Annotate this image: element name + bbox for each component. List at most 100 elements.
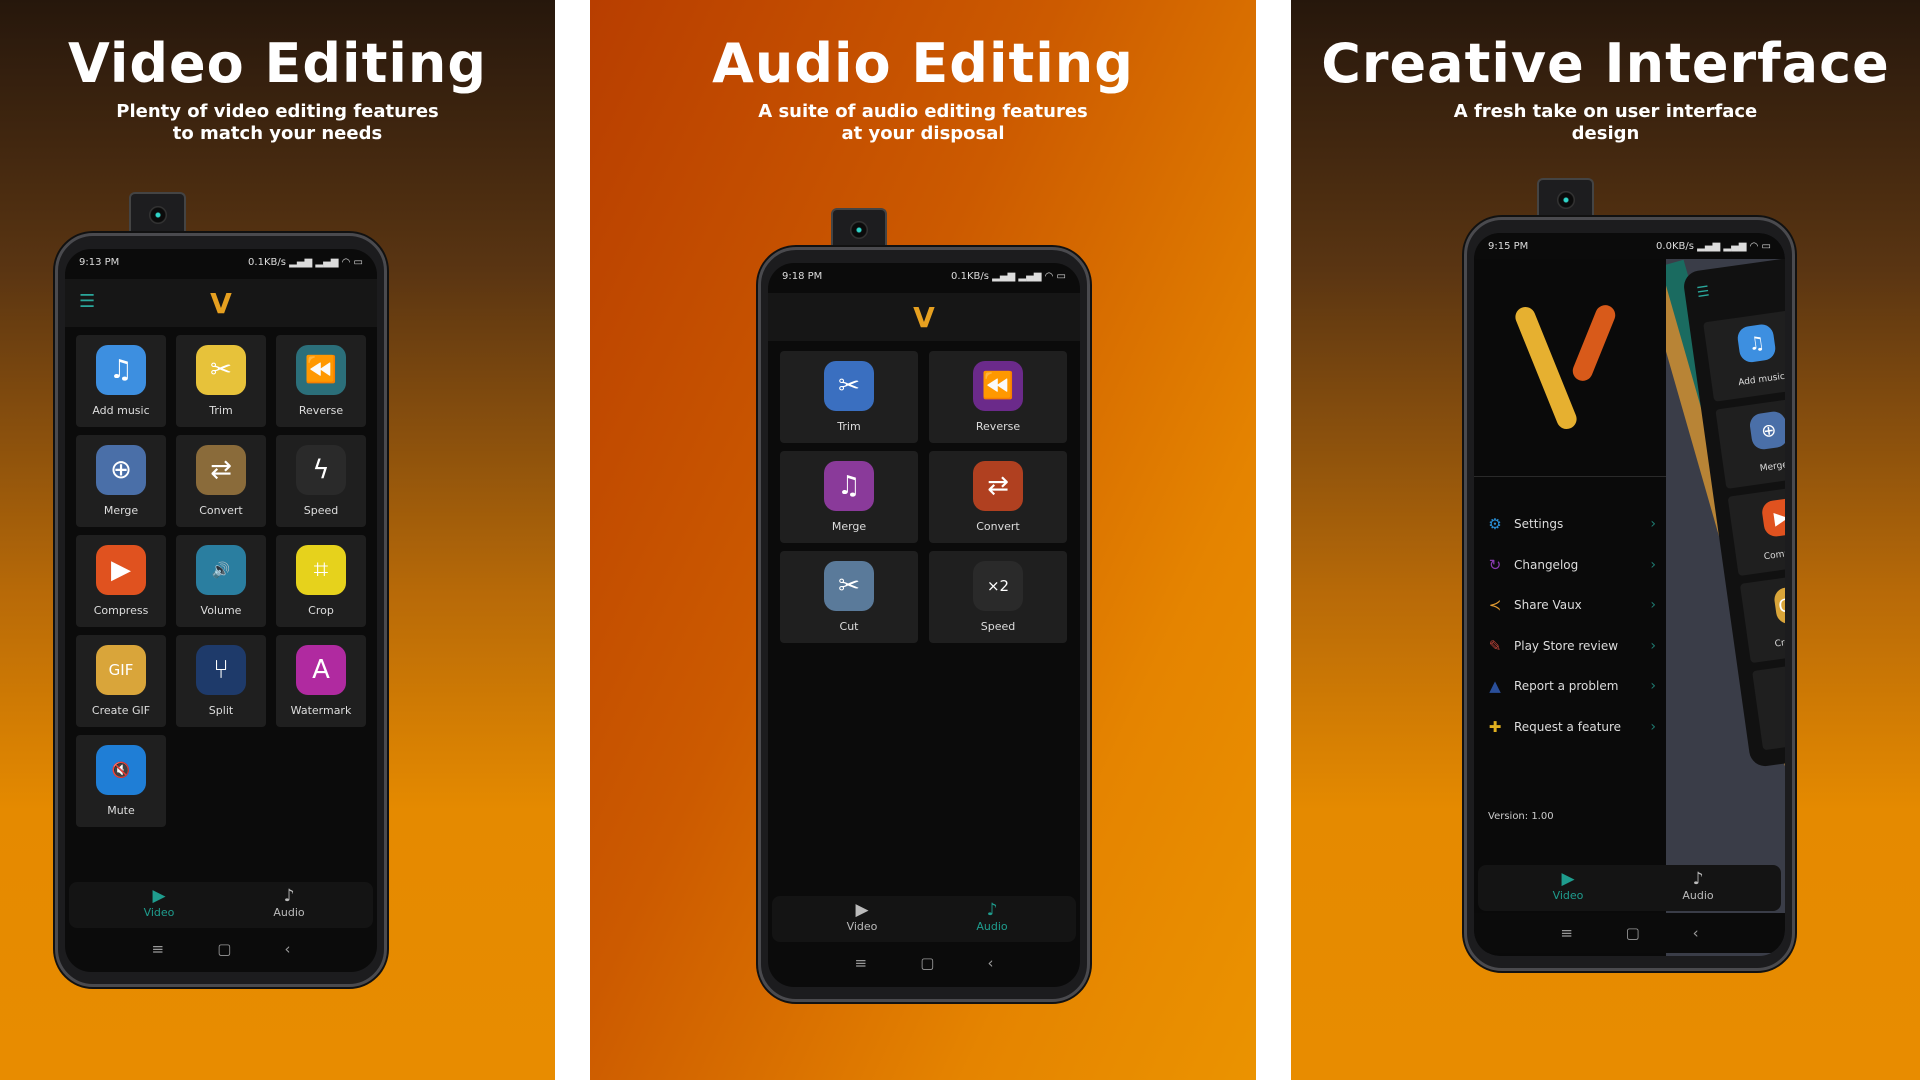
music-note-icon: ♫ bbox=[96, 345, 146, 395]
status-bar: 9:15 PM 0.0KB/s ▂▄▆ ▂▄▆ ◠ ▭ bbox=[1488, 241, 1771, 252]
back-icon[interactable]: ‹ bbox=[987, 954, 993, 972]
signal-icons: ▂▄▆ ▂▄▆ ◠ ▭ bbox=[992, 271, 1066, 282]
logo-stroke bbox=[1569, 302, 1619, 384]
tool-tile-reverse[interactable]: ⏪ Reverse bbox=[276, 335, 366, 427]
drawer-item-label: Request a feature bbox=[1514, 720, 1622, 734]
drawer-item-report-a-problem[interactable]: ▲ Report a problem › bbox=[1486, 671, 1656, 701]
back-icon[interactable]: ‹ bbox=[1693, 924, 1699, 942]
subtitle-line: to match your needs bbox=[172, 123, 383, 144]
nav-video[interactable]: ▶ Video bbox=[822, 900, 902, 933]
tool-label: Mute bbox=[107, 804, 135, 817]
tool-tile-trim[interactable]: ✂ Trim bbox=[780, 351, 918, 443]
tool-label: Reverse bbox=[298, 404, 344, 417]
hamburger-icon[interactable]: ☰ bbox=[79, 291, 95, 312]
nav-audio[interactable]: ♪ Audio bbox=[249, 886, 329, 919]
home-icon[interactable]: ▢ bbox=[920, 954, 934, 972]
phone-frame: 9:15 PM 0.0KB/s ▂▄▆ ▂▄▆ ◠ ▭ ☰ ♫ Add music ⊕… bbox=[1464, 217, 1795, 971]
tool-tile-speed[interactable]: ×2 Speed bbox=[929, 551, 1067, 643]
drawer-item-request-a-feature[interactable]: ✚ Request a feature › bbox=[1486, 712, 1656, 742]
drawer-item-play-store-review[interactable]: ✎ Play Store review › bbox=[1486, 631, 1656, 661]
tool-tile-split[interactable]: ⑂ Split bbox=[176, 635, 266, 727]
tool-icon: GIF bbox=[1772, 584, 1785, 626]
tool-tile-reverse[interactable]: ⏪ Reverse bbox=[929, 351, 1067, 443]
merge-film-icon: ⊕ bbox=[96, 445, 146, 495]
tool-tile-crop[interactable]: ⌗ Crop bbox=[276, 535, 366, 627]
recents-icon[interactable]: ≡ bbox=[855, 954, 868, 972]
system-nav: ≡ ▢ ‹ bbox=[65, 929, 377, 969]
tool-label: Compress bbox=[1763, 546, 1785, 563]
tool-label: Volume bbox=[200, 604, 242, 617]
panel-title: Video Editing bbox=[67, 32, 487, 95]
chevron-right-icon: › bbox=[1650, 719, 1656, 735]
tool-tile-speed[interactable]: ϟ Speed bbox=[276, 435, 366, 527]
scissors-icon: ✂ bbox=[824, 561, 874, 611]
tool-label: Trim bbox=[209, 404, 233, 417]
tool-tile-compress[interactable]: ▶ Compress bbox=[76, 535, 166, 627]
app-logo: V bbox=[210, 287, 232, 320]
tool-label: Watermark bbox=[290, 704, 352, 717]
mute-icon: 🔇 bbox=[96, 745, 146, 795]
hamburger-icon: ☰ bbox=[1695, 283, 1711, 302]
status-time: 9:13 PM bbox=[79, 257, 120, 268]
tool-tile-trim[interactable]: ✂ Trim bbox=[176, 335, 266, 427]
tool-icon: ⊕ bbox=[1748, 410, 1785, 451]
phone-frame: 9:13 PM 0.1KB/s ▂▄▆ ▂▄▆ ◠ ▭ ☰ V ♫ Add musi… bbox=[55, 233, 387, 987]
popup-camera bbox=[129, 192, 186, 235]
status-time: 9:18 PM bbox=[782, 271, 823, 282]
tool-label: Reverse bbox=[975, 420, 1021, 433]
status-net: 0.0KB/s bbox=[1656, 241, 1694, 252]
nav-video[interactable]: ▶ Video bbox=[1528, 869, 1608, 902]
tool-label: Merge bbox=[103, 504, 139, 517]
tool-label: Merge bbox=[831, 520, 867, 533]
tool-tile-volume[interactable]: 🔊 Volume bbox=[176, 535, 266, 627]
tool-label: Convert bbox=[199, 504, 243, 517]
back-icon[interactable]: ‹ bbox=[284, 940, 290, 958]
drawer-item-changelog[interactable]: ↻ Changelog › bbox=[1486, 550, 1656, 580]
tool-tile-merge[interactable]: ♫ Merge bbox=[780, 451, 918, 543]
tool-tile-mute[interactable]: 🔇 Mute bbox=[76, 735, 166, 827]
drawer-item-settings[interactable]: ⚙ Settings › bbox=[1486, 509, 1656, 539]
tool-label: Speed bbox=[303, 504, 339, 517]
phone-screen: 9:18 PM 0.1KB/s ▂▄▆ ▂▄▆ ◠ ▭ V ✂ Trim ⏪ Rever… bbox=[768, 263, 1080, 987]
home-icon[interactable]: ▢ bbox=[1626, 924, 1640, 942]
popup-camera bbox=[1537, 178, 1594, 219]
tool-tile-merge[interactable]: ⊕ Merge bbox=[76, 435, 166, 527]
chevron-right-icon: › bbox=[1650, 516, 1656, 532]
tool-tile-add-music[interactable]: ♫ Add music bbox=[1703, 308, 1785, 402]
divider bbox=[1474, 476, 1666, 477]
recents-icon[interactable]: ≡ bbox=[152, 940, 165, 958]
nav-video[interactable]: ▶ Video bbox=[119, 886, 199, 919]
tool-tile-cut[interactable]: ✂ Cut bbox=[780, 551, 918, 643]
audio-trim-icon: ✂ bbox=[824, 361, 874, 411]
drawer-item-label: Report a problem bbox=[1514, 679, 1619, 694]
video-editing-panel: Video Editing Plenty of video editing fe… bbox=[0, 0, 555, 1080]
status-net: 0.1KB/s bbox=[248, 257, 286, 268]
panel-subtitle: Plenty of video editing features to match… bbox=[0, 101, 555, 145]
video-settings-icon: ▶ bbox=[855, 900, 869, 920]
nav-label: Audio bbox=[273, 906, 305, 919]
drawer-item-share-vaux[interactable]: ≺ Share Vaux › bbox=[1486, 590, 1656, 620]
tool-tile-compress[interactable]: ▶ Compress bbox=[1727, 482, 1785, 577]
watermark-icon: A bbox=[296, 645, 346, 695]
nav-audio[interactable]: ♪ Audio bbox=[952, 900, 1032, 933]
tool-tile-create-gif[interactable]: GIF Create GIF bbox=[76, 635, 166, 727]
tool-tile-mute[interactable]: 🔇Mute bbox=[1752, 657, 1785, 751]
recents-icon[interactable]: ≡ bbox=[1560, 924, 1573, 942]
tool-tile-create-gif[interactable]: GIF Create GIF bbox=[1739, 570, 1785, 664]
nav-audio[interactable]: ♪ Audio bbox=[1658, 869, 1738, 902]
gear-icon: ⚙ bbox=[1488, 515, 1502, 533]
tool-tile-convert[interactable]: ⇄ Convert bbox=[929, 451, 1067, 543]
app-header: ☰ V bbox=[65, 279, 377, 327]
popup-camera bbox=[831, 208, 887, 249]
tool-tile-merge[interactable]: ⊕ Merge bbox=[1715, 395, 1785, 489]
tool-tile-watermark[interactable]: A Watermark bbox=[276, 635, 366, 727]
tool-tile-add-music[interactable]: ♫ Add music bbox=[76, 335, 166, 427]
bottom-nav: ▶ Video ♪ Audio bbox=[69, 882, 373, 928]
nav-drawer: ⚙ Settings › ↻ Changelog › ≺ Share Vaux › ✎ Play S… bbox=[1474, 233, 1666, 956]
nav-label: Audio bbox=[976, 920, 1008, 933]
tool-label: Create GIF bbox=[1774, 633, 1785, 650]
chevron-right-icon: › bbox=[1650, 597, 1656, 614]
status-time: 9:15 PM bbox=[1488, 241, 1529, 252]
tool-tile-convert[interactable]: ⇄ Convert bbox=[176, 435, 266, 527]
home-icon[interactable]: ▢ bbox=[217, 940, 231, 958]
